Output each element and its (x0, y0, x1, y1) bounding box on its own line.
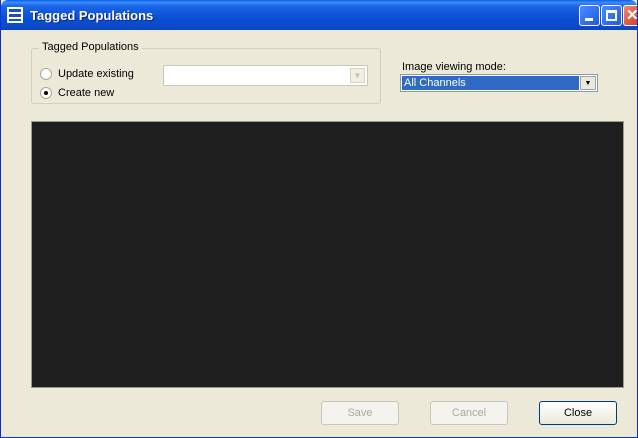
window-title: Tagged Populations (30, 8, 154, 23)
close-icon: ✕ (626, 7, 638, 24)
app-logo-icon (7, 7, 23, 23)
close-button[interactable]: Close (539, 401, 617, 425)
tagged-populations-group-label: Tagged Populations (39, 41, 142, 53)
image-mode-value: All Channels (402, 76, 579, 90)
save-button[interactable]: Save (321, 401, 399, 425)
image-mode-label: Image viewing mode: (402, 61, 506, 73)
image-viewer[interactable] (31, 121, 624, 388)
chevron-down-icon[interactable]: ▼ (580, 76, 596, 90)
tagged-populations-window: Tagged Populations ✕ Tagged Populations … (0, 0, 638, 438)
minimize-button[interactable] (579, 5, 600, 26)
update-existing-option[interactable]: Update existing (40, 68, 134, 80)
minimize-icon (585, 18, 593, 21)
close-window-button[interactable]: ✕ (623, 5, 638, 26)
cancel-button[interactable]: Cancel (430, 401, 508, 425)
image-mode-dropdown[interactable]: All Channels ▼ (400, 74, 598, 92)
update-existing-label: Update existing (58, 68, 134, 80)
create-new-label: Create new (58, 87, 115, 99)
maximize-icon (606, 10, 617, 21)
existing-population-dropdown[interactable]: ▼ (163, 65, 368, 86)
create-new-radio[interactable] (40, 87, 52, 99)
maximize-button[interactable] (601, 5, 622, 26)
title-bar[interactable]: Tagged Populations ✕ (1, 0, 638, 30)
chevron-down-icon: ▼ (350, 68, 365, 83)
update-existing-radio[interactable] (40, 68, 52, 80)
create-new-option[interactable]: Create new (40, 87, 114, 99)
